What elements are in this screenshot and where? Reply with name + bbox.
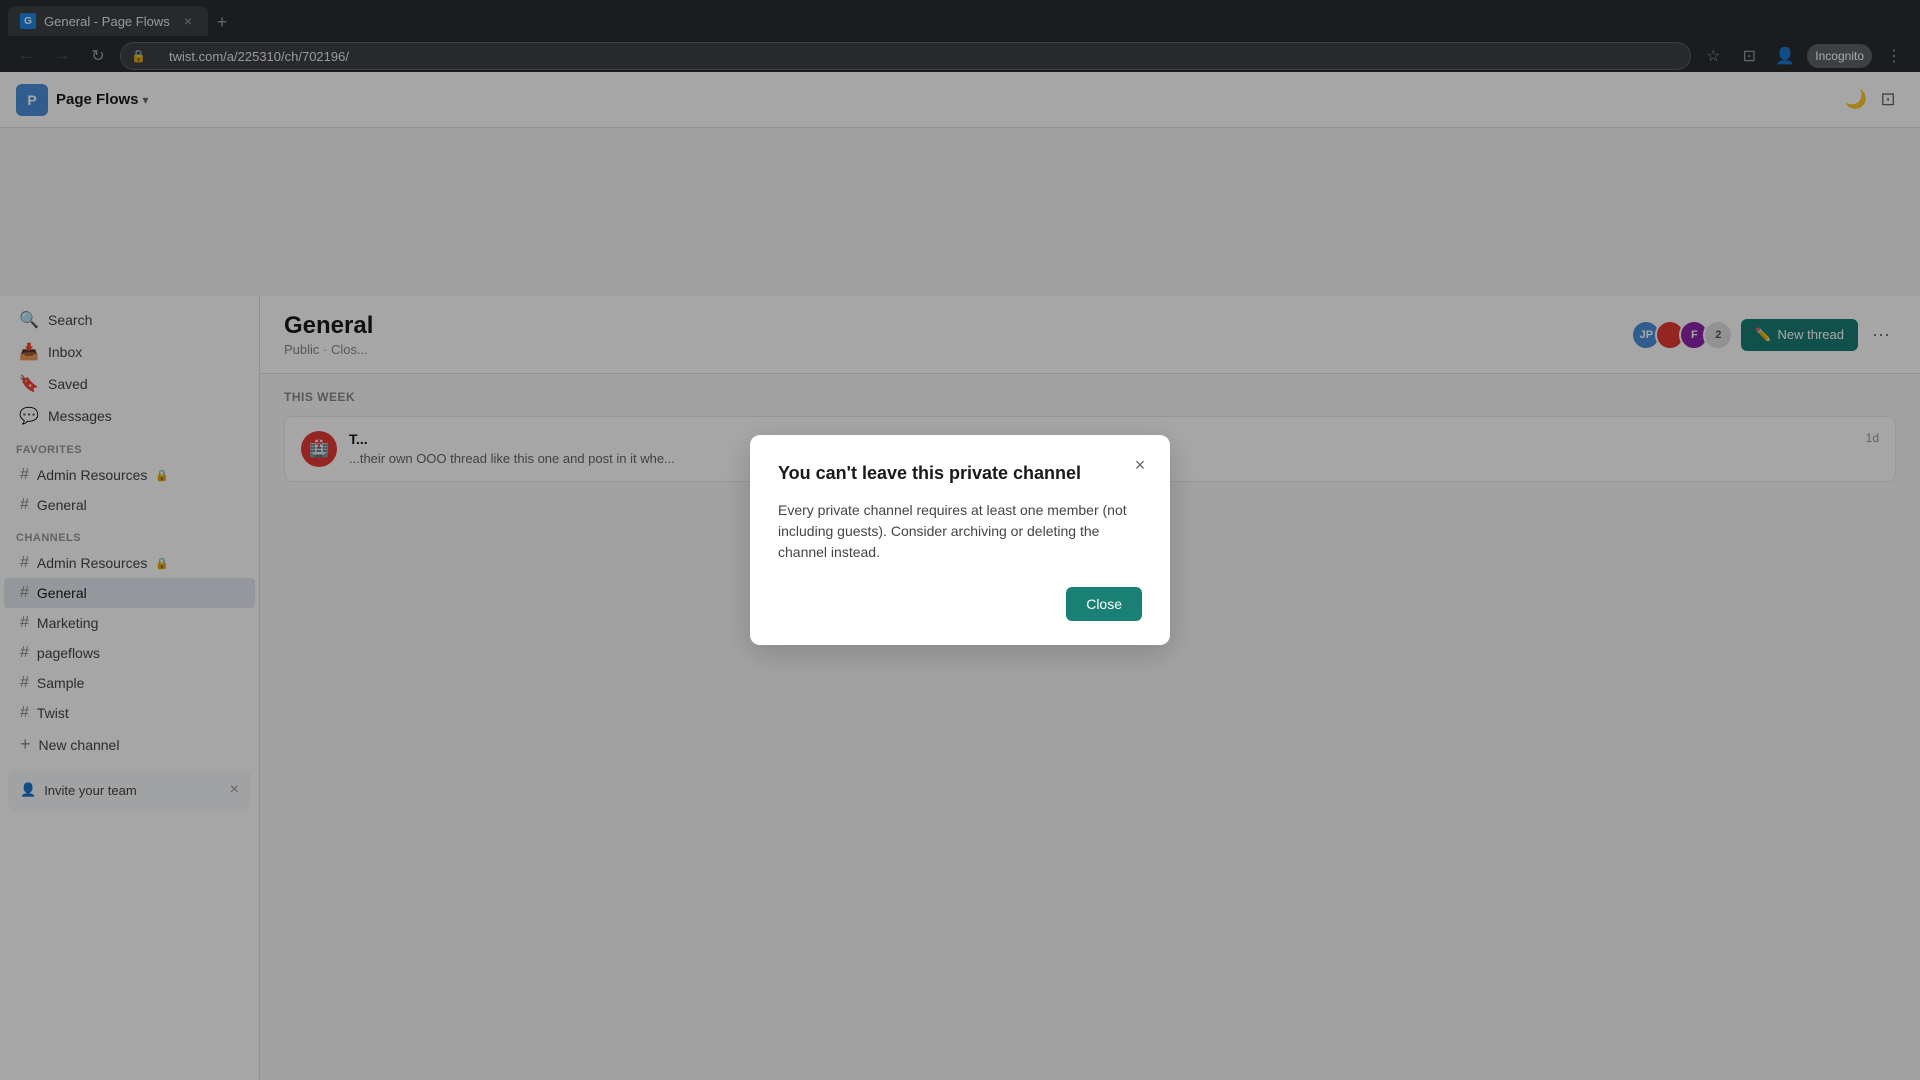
modal-body: Every private channel requires at least … [778, 500, 1142, 563]
modal-dialog: You can't leave this private channel × E… [750, 435, 1170, 645]
modal-title: You can't leave this private channel [778, 463, 1142, 484]
modal-close-button[interactable]: Close [1066, 587, 1142, 621]
modal-overlay: You can't leave this private channel × E… [0, 0, 1920, 1080]
modal-footer: Close [778, 587, 1142, 621]
modal-close-x-icon[interactable]: × [1126, 451, 1154, 479]
